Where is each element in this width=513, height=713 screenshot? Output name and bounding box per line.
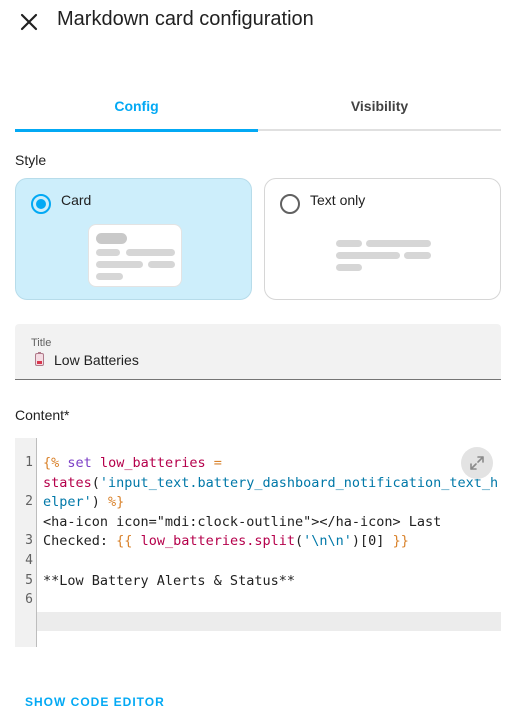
line-number-gutter: 1 2 3 4 5 6 [15,438,37,647]
content-label: Content* [15,407,70,423]
text-only-radio[interactable] [280,194,300,214]
code-line: Checked: {{ low_batteries.split('\n\n')[… [43,533,409,549]
code-token: low_batteries.split [140,533,295,550]
style-section-label: Style [15,152,47,168]
code-token: ) [91,494,109,511]
code-line: <ha-icon icon="mdi:clock-outline"></ha-i… [43,514,441,530]
line-number: 2 [25,494,33,510]
code-token: '\n\n' [303,533,352,550]
style-option-card[interactable]: Card [15,178,252,300]
code-token: states [43,474,92,491]
card-style-preview [88,224,182,287]
code-line: states('input_text.battery_dashboard_not… [43,475,498,491]
code-token: ( [295,533,304,550]
code-token: set [67,455,92,471]
tab-config[interactable]: Config [15,84,258,128]
code-token: **Low Battery Alerts & Status** [43,572,295,589]
code-token: Checked: [43,533,117,550]
code-token: %} [108,494,125,511]
fullscreen-button[interactable] [461,447,493,479]
style-option-card-label: Card [61,192,92,208]
line-number: 4 [25,553,33,568]
code-token: ( [91,474,100,491]
fullscreen-icon [470,456,484,470]
line-number: 5 [25,572,33,588]
tab-visibility[interactable]: Visibility [258,84,501,128]
card-radio[interactable] [31,194,51,214]
code-token: elper' [43,494,92,511]
code-token: low_batteries [99,455,206,471]
close-icon [20,13,38,31]
title-field[interactable]: Title Low Batteries [15,324,501,380]
dialog-title: Markdown card configuration [57,8,314,30]
code-line: elper') %} [43,494,124,510]
show-code-editor-button[interactable]: SHOW CODE EDITOR [25,695,165,709]
code-token: = [213,455,222,471]
code-token: )[0] [351,533,393,550]
close-button[interactable] [13,6,45,38]
code-line: **Low Battery Alerts & Status** [43,573,295,589]
line-number: 6 [25,592,33,608]
line-number: 1 [25,455,33,470]
title-field-label: Title [31,337,52,349]
code-token: 'input_text.battery_dashboard_notificati… [99,474,499,491]
active-line-highlight [37,612,501,631]
code-token: {% [43,455,60,471]
code-token: {{ [116,533,133,550]
battery-low-icon [35,352,44,366]
style-option-text-only[interactable]: Text only [264,178,501,300]
style-option-text-only-label: Text only [310,192,366,208]
code-token: }} [392,533,409,550]
title-field-value: Low Batteries [54,352,139,368]
code-token: <ha-icon icon="mdi:clock-outline"></ha-i… [43,513,442,530]
code-line: {% set low_batteries = [43,455,222,471]
line-number: 3 [25,533,33,549]
active-tab-indicator [15,129,258,132]
